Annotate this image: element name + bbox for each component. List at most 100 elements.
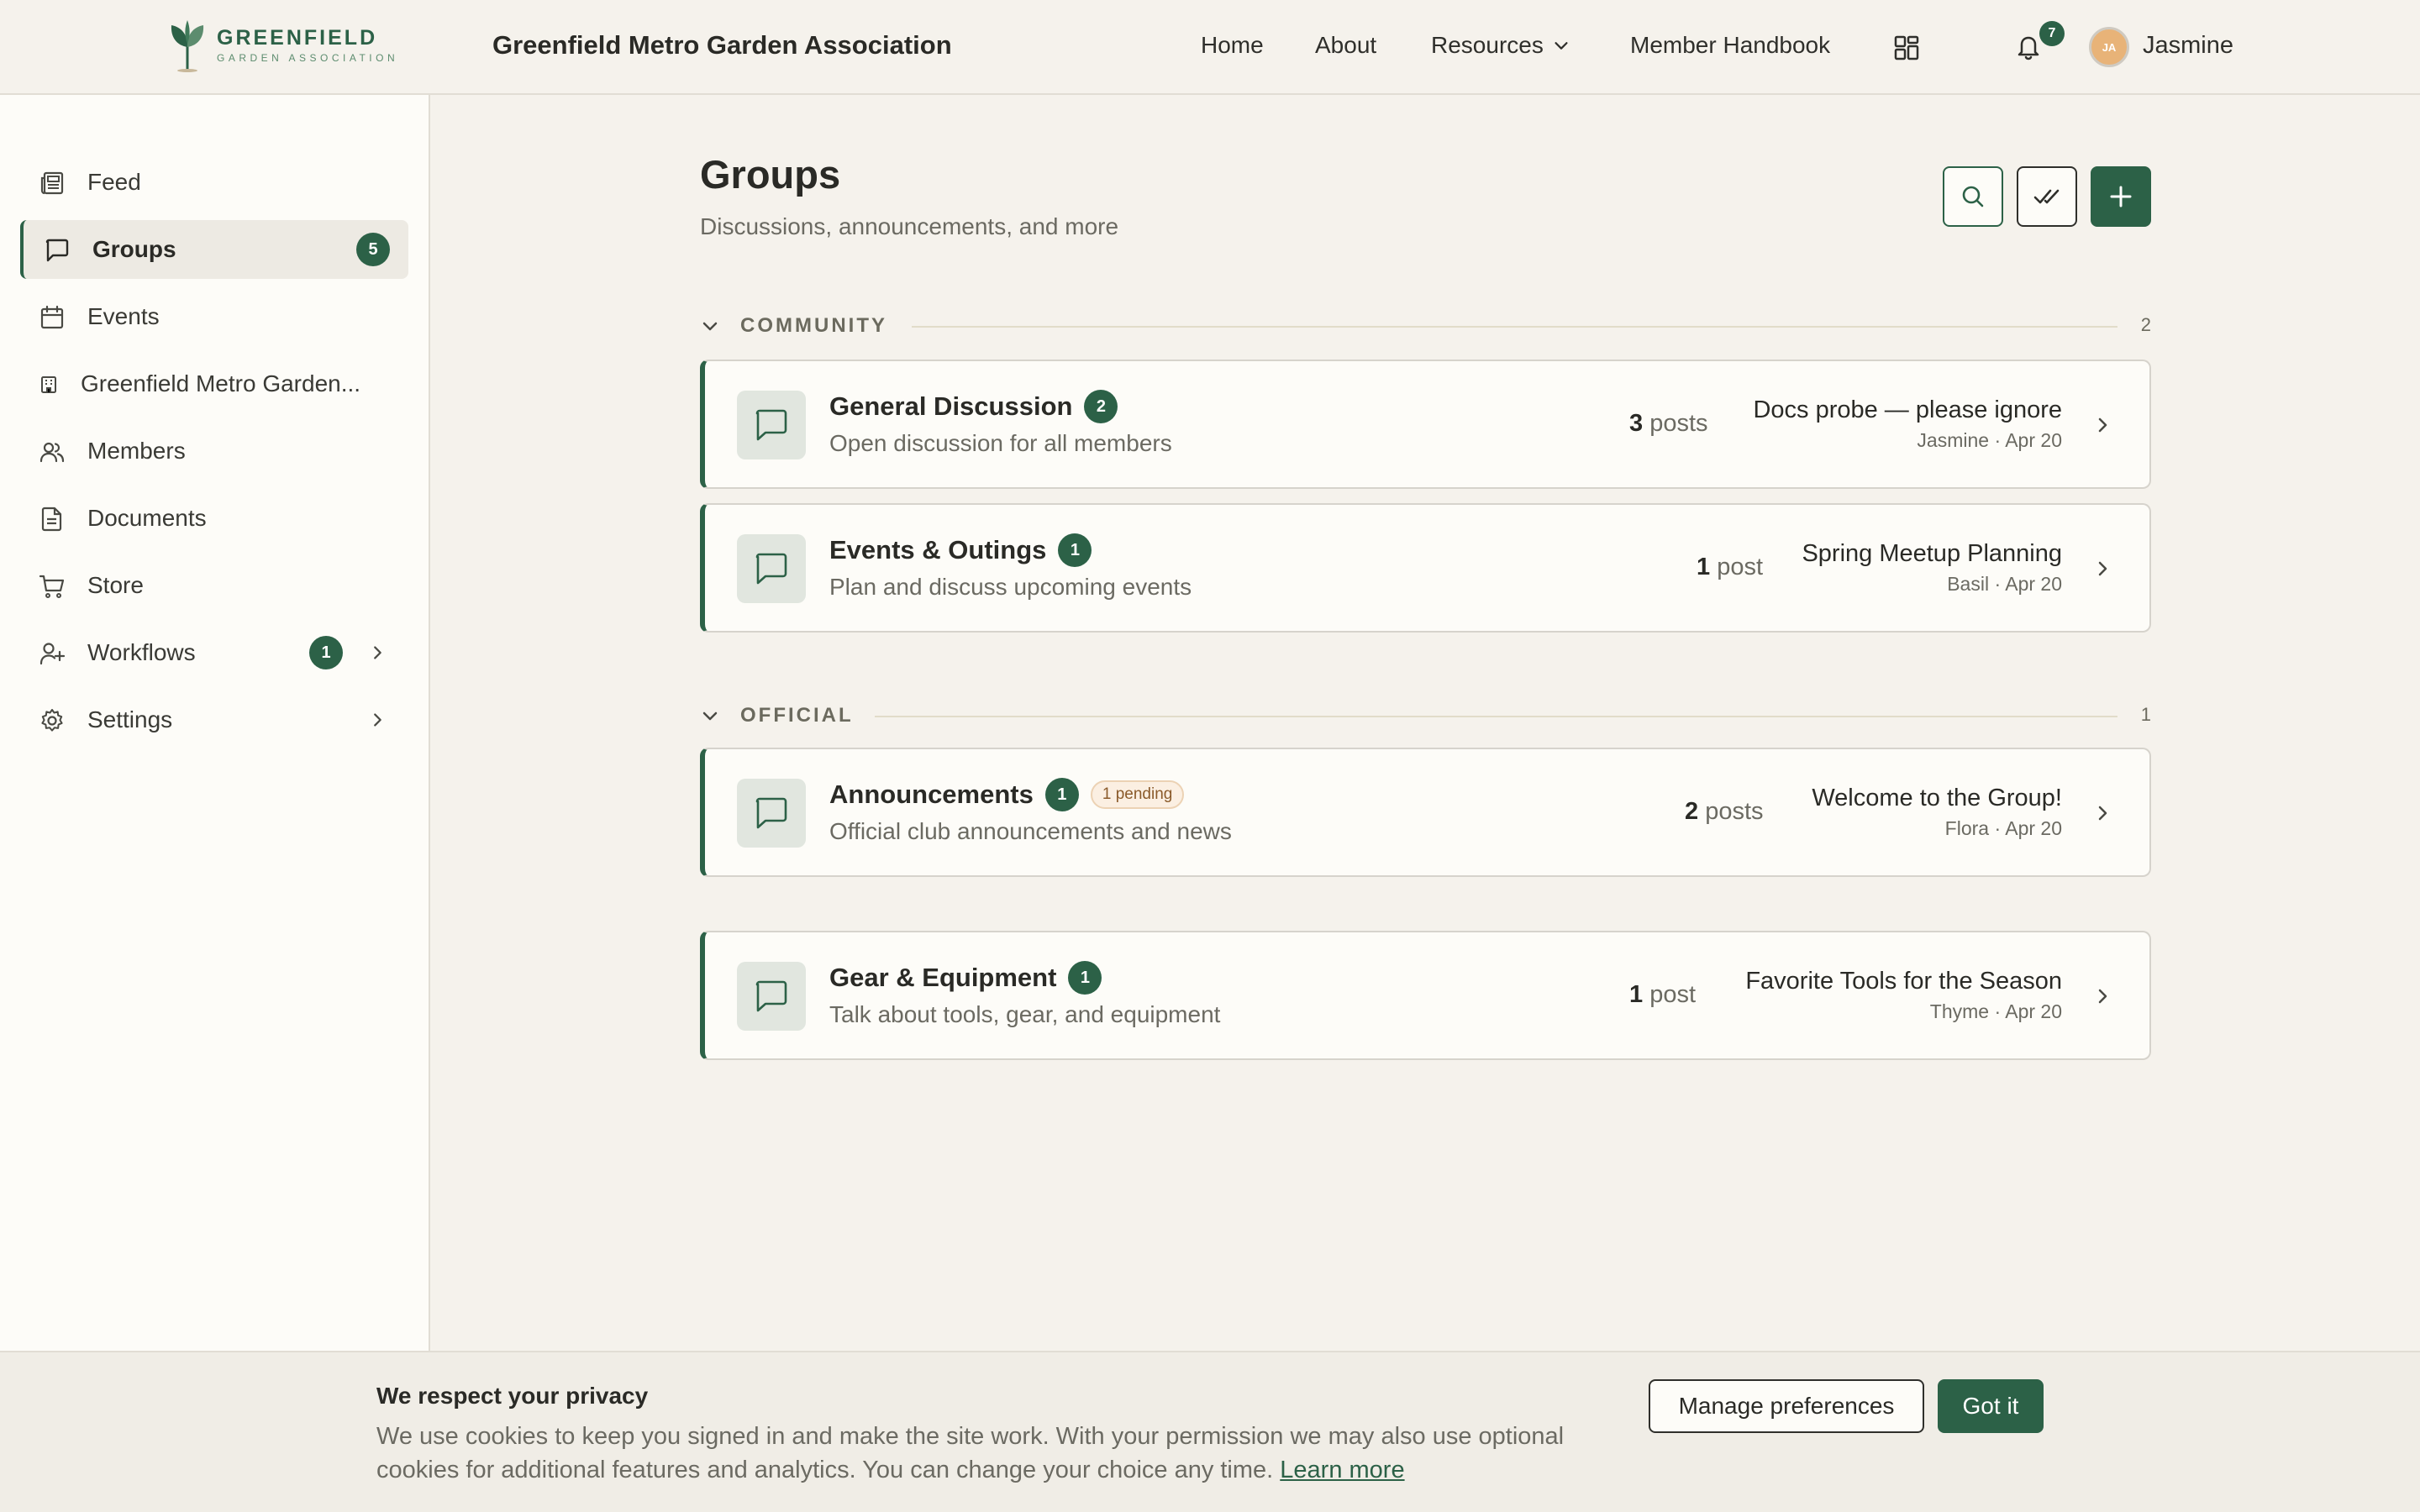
nav-about[interactable]: About [1315, 32, 1376, 59]
chat-icon [737, 534, 806, 603]
page-subtitle: Discussions, announcements, and more [700, 213, 1119, 239]
latest-post[interactable]: Favorite Tools for the Season Thyme · Ap… [1745, 968, 2062, 1023]
sidebar-item-label: Workflows [87, 639, 196, 665]
group-card-events-outings[interactable]: Events & Outings 1 Plan and discuss upco… [700, 503, 2151, 633]
accept-cookies-button[interactable]: Got it [1938, 1379, 2044, 1433]
sidebar-item-groups[interactable]: Groups 5 [20, 220, 408, 279]
cookie-title: We respect your privacy [376, 1383, 649, 1409]
sidebar-item-documents[interactable]: Documents [20, 489, 408, 548]
sidebar-item-label: Greenfield Metro Garden... [81, 370, 361, 396]
top-bar: GREENFIELD GARDEN ASSOCIATION Greenfield… [0, 0, 2420, 95]
apps-grid-icon[interactable] [1894, 35, 1919, 60]
sidebar-item-label: Documents [87, 505, 207, 531]
cookie-body: We use cookies to keep you signed in and… [376, 1420, 1603, 1487]
document-icon [41, 507, 62, 532]
org-title: Greenfield Metro Garden Association [492, 30, 952, 60]
sidebar-item-label: Members [87, 438, 186, 464]
sidebar-item-members[interactable]: Members [20, 422, 408, 480]
section-count: 2 [2140, 314, 2151, 335]
post-count-number: 1 [1629, 981, 1644, 1008]
chat-icon [737, 962, 806, 1031]
sidebar-item-label: Store [87, 572, 144, 598]
calendar-icon [40, 305, 64, 329]
search-button[interactable] [1943, 166, 2003, 227]
sidebar-item-settings[interactable]: Settings [20, 690, 408, 749]
sprout-logo-icon [171, 20, 204, 72]
latest-post-meta: Flora · Apr 20 [1944, 817, 2062, 839]
manage-preferences-button[interactable]: Manage preferences [1649, 1379, 1924, 1433]
create-group-button[interactable] [2091, 166, 2151, 227]
section-count: 1 [2140, 704, 2151, 725]
chat-icon [45, 239, 69, 262]
user-name[interactable]: Jasmine [2143, 32, 2233, 60]
unread-badge: 1 [1058, 533, 1092, 567]
sidebar-item-label: Events [87, 303, 160, 329]
unread-badge: 2 [1084, 390, 1118, 423]
section-divider [912, 326, 2118, 328]
cart-icon [39, 575, 65, 598]
latest-post-meta: Basil · Apr 20 [1947, 573, 2062, 595]
chevron-down-icon [702, 711, 718, 721]
latest-post[interactable]: Welcome to the Group! Flora · Apr 20 [1812, 785, 2062, 840]
logo[interactable]: GREENFIELD GARDEN ASSOCIATION [166, 18, 398, 72]
sidebar-item-label: Feed [87, 169, 141, 195]
post-count-label: post [1717, 554, 1764, 580]
group-name: General Discussion [829, 391, 1073, 421]
post-count: 2 posts [1685, 798, 1764, 826]
chevron-right-icon [2098, 989, 2107, 1004]
latest-post[interactable]: Spring Meetup Planning Basil · Apr 20 [1802, 540, 2062, 596]
groups-count-badge: 5 [356, 233, 390, 266]
chevron-down-icon [702, 322, 718, 331]
sidebar-item-events[interactable]: Events [20, 287, 408, 346]
section-name: OFFICIAL [740, 704, 854, 727]
sidebar-item-store[interactable]: Store [20, 556, 408, 615]
avatar[interactable]: JA [2089, 27, 2129, 67]
chat-icon [737, 391, 806, 459]
nav-member-handbook[interactable]: Member Handbook [1630, 32, 1830, 59]
group-name: Announcements [829, 780, 1034, 809]
unread-badge: 1 [1044, 778, 1079, 811]
sidebar: Feed Groups 5 Events Greenfield Metro Ga… [0, 95, 430, 1351]
learn-more-link[interactable]: Learn more [1280, 1457, 1404, 1483]
chat-icon [737, 779, 806, 848]
latest-post-title: Docs probe — please ignore [1753, 396, 2062, 423]
section-header-official[interactable]: OFFICIAL 1 [700, 697, 2151, 731]
post-count-number: 2 [1685, 798, 1699, 825]
workflows-count-badge: 1 [309, 636, 343, 669]
group-card-announcements[interactable]: Announcements 1 1 pending Official club … [700, 748, 2151, 877]
section-header-community[interactable]: COMMUNITY 2 [700, 307, 2151, 341]
nav-resources[interactable]: Resources [1431, 32, 1570, 59]
user-plus-icon [39, 643, 66, 665]
chevron-right-icon [2098, 561, 2107, 576]
bell-icon[interactable] [2015, 32, 2042, 60]
unread-badge: 1 [1068, 961, 1102, 995]
sidebar-item-organization[interactable]: Greenfield Metro Garden... [20, 354, 408, 413]
group-description: Official club announcements and news [829, 818, 1232, 844]
post-count-number: 1 [1697, 554, 1711, 580]
nav-home[interactable]: Home [1201, 32, 1264, 59]
latest-post-meta: Jasmine · Apr 20 [1917, 429, 2062, 451]
group-name: Events & Outings [829, 535, 1047, 564]
building-icon [41, 376, 56, 393]
chevron-right-icon [374, 646, 381, 659]
notification-badge: 7 [2039, 21, 2065, 46]
double-check-icon [2033, 189, 2060, 204]
group-card-gear-equipment[interactable]: Gear & Equipment 1 Talk about tools, gea… [700, 931, 2151, 1060]
post-count-number: 3 [1629, 410, 1644, 437]
chevron-right-icon [2098, 417, 2107, 433]
latest-post[interactable]: Docs probe — please ignore Jasmine · Apr… [1753, 396, 2062, 452]
logo-subtitle: GARDEN ASSOCIATION [217, 52, 399, 64]
users-icon [39, 442, 65, 463]
sidebar-item-feed[interactable]: Feed [20, 153, 408, 212]
mark-all-read-button[interactable] [2017, 166, 2077, 227]
latest-post-meta: Thyme · Apr 20 [1929, 1000, 2062, 1022]
latest-post-title: Favorite Tools for the Season [1745, 968, 2062, 995]
sidebar-item-label: Groups [92, 236, 176, 262]
sidebar-item-workflows[interactable]: Workflows 1 [20, 623, 408, 682]
chevron-right-icon [374, 713, 381, 727]
group-description: Plan and discuss upcoming events [829, 574, 1192, 600]
gear-icon [41, 709, 63, 732]
group-card-general-discussion[interactable]: General Discussion 2 Open discussion for… [700, 360, 2151, 489]
page-title: Groups [700, 152, 841, 197]
latest-post-title: Welcome to the Group! [1812, 785, 2062, 811]
